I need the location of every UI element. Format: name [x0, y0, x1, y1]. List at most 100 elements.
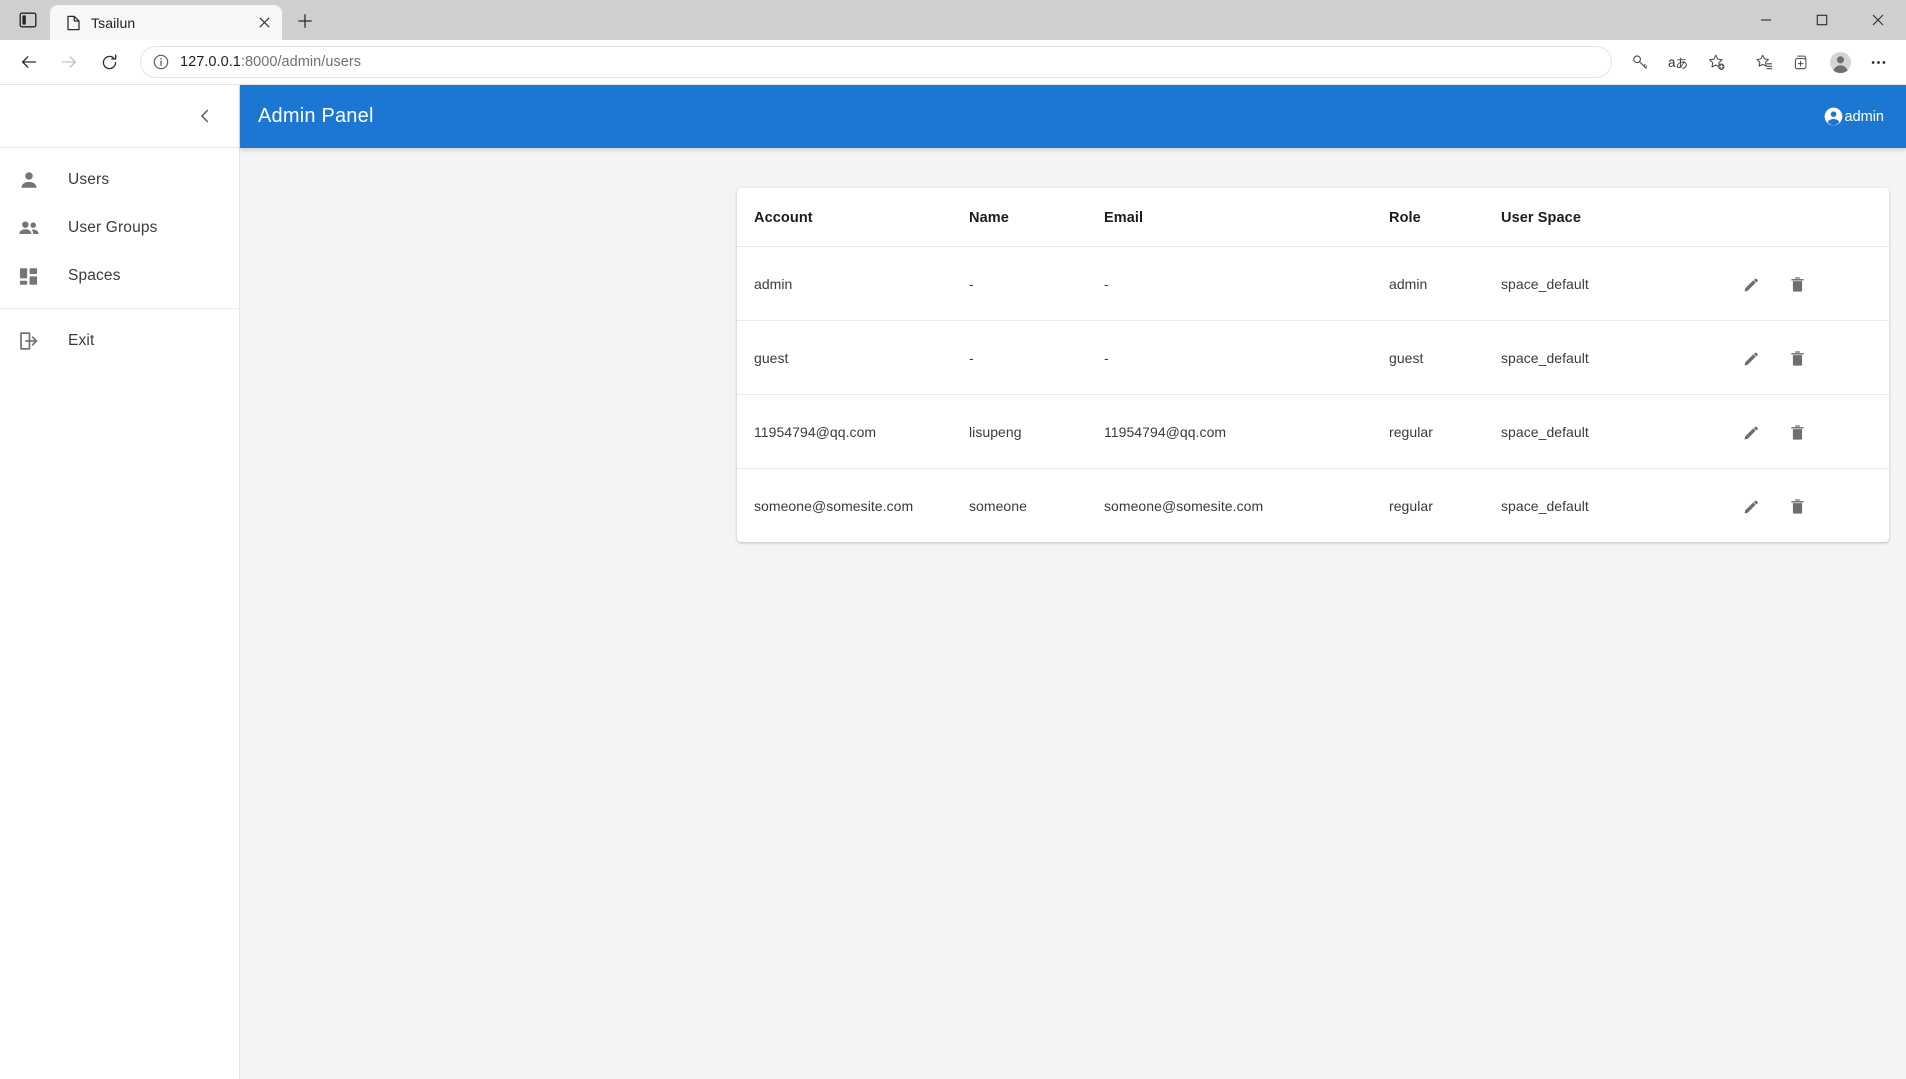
sidebar-item-users[interactable]: Users — [0, 156, 239, 204]
trash-delete-icon[interactable] — [1785, 420, 1809, 444]
table-header-row: Account Name Email Role User Space — [737, 188, 1889, 247]
cell-user-space: space_default — [1501, 395, 1731, 469]
main-area: Admin Panel admin — [240, 85, 1906, 1079]
browser-tab[interactable]: Tsailun — [50, 5, 282, 40]
sidebar-group-session: Exit — [0, 308, 239, 373]
address-bar-text: 127.0.0.1:8000/admin/users — [180, 54, 1603, 70]
page-title: Admin Panel — [258, 105, 374, 128]
cell-email: - — [1104, 247, 1389, 321]
tab-strip: Tsailun — [0, 0, 1906, 40]
users-table-body: admin - - admin space_default — [737, 247, 1889, 543]
cell-user-space: space_default — [1501, 247, 1731, 321]
arrow-right-icon — [50, 43, 88, 81]
person-icon — [18, 169, 50, 191]
column-header-name: Name — [969, 188, 1104, 247]
sidebar-item-user-groups[interactable]: User Groups — [0, 204, 239, 252]
cell-account: someone@somesite.com — [737, 469, 969, 543]
cell-user-space: space_default — [1501, 321, 1731, 395]
chevron-left-icon[interactable] — [191, 102, 219, 130]
browser-toolbar: 127.0.0.1:8000/admin/users aあ — [0, 40, 1906, 85]
users-table-card: Account Name Email Role User Space admin — [737, 188, 1889, 542]
page-icon — [64, 14, 82, 32]
cell-email: - — [1104, 321, 1389, 395]
cell-name: - — [969, 247, 1104, 321]
logout-icon — [18, 330, 50, 352]
window-close-icon[interactable] — [1850, 0, 1906, 40]
cell-role: admin — [1389, 247, 1501, 321]
sidebar-item-label: Exit — [68, 332, 94, 350]
profile-avatar-icon[interactable] — [1822, 44, 1858, 80]
people-icon — [18, 217, 50, 239]
settings-more-icon[interactable] — [1860, 44, 1896, 80]
sidebar-item-label: Spaces — [68, 267, 121, 285]
new-tab-button[interactable] — [288, 4, 322, 38]
cell-account: 11954794@qq.com — [737, 395, 969, 469]
cell-account: guest — [737, 321, 969, 395]
column-header-user-space: User Space — [1501, 188, 1731, 247]
cell-actions — [1731, 395, 1889, 469]
browser-window: Tsailun — [0, 0, 1906, 1079]
maximize-icon[interactable] — [1794, 0, 1850, 40]
password-key-icon[interactable] — [1622, 44, 1658, 80]
table-row: 11954794@qq.com lisupeng 11954794@qq.com… — [737, 395, 1889, 469]
cell-actions — [1731, 321, 1889, 395]
cell-email: 11954794@qq.com — [1104, 395, 1389, 469]
table-row: someone@somesite.com someone someone@som… — [737, 469, 1889, 543]
sidebar-group-main: Users User Groups — [0, 148, 239, 308]
page-viewport: Users User Groups — [0, 85, 1906, 1079]
sidebar-item-exit[interactable]: Exit — [0, 317, 239, 365]
arrow-left-icon[interactable] — [10, 43, 48, 81]
vertical-tabs-icon[interactable] — [8, 3, 48, 37]
cell-role: regular — [1389, 469, 1501, 543]
pencil-edit-icon[interactable] — [1739, 346, 1763, 370]
cell-role: regular — [1389, 395, 1501, 469]
sidebar-item-label: Users — [68, 171, 109, 189]
cell-email: someone@somesite.com — [1104, 469, 1389, 543]
account-circle-icon — [1824, 107, 1843, 126]
column-header-role: Role — [1389, 188, 1501, 247]
add-favorite-icon[interactable] — [1698, 44, 1734, 80]
url-host: 127.0.0.1 — [180, 54, 241, 70]
url-path: :8000/admin/users — [241, 54, 361, 70]
cell-role: guest — [1389, 321, 1501, 395]
column-header-actions — [1731, 188, 1889, 247]
tab-title: Tsailun — [91, 15, 243, 31]
cell-user-space: space_default — [1501, 469, 1731, 543]
pencil-edit-icon[interactable] — [1739, 272, 1763, 296]
trash-delete-icon[interactable] — [1785, 494, 1809, 518]
collections-icon[interactable] — [1784, 44, 1820, 80]
pencil-edit-icon[interactable] — [1739, 420, 1763, 444]
window-controls — [1738, 0, 1906, 40]
pencil-edit-icon[interactable] — [1739, 494, 1763, 518]
column-header-account: Account — [737, 188, 969, 247]
close-icon[interactable] — [252, 11, 276, 35]
info-circle-icon[interactable] — [151, 52, 171, 72]
trash-delete-icon[interactable] — [1785, 346, 1809, 370]
account-menu[interactable]: admin — [1822, 103, 1887, 130]
content-area: Account Name Email Role User Space admin — [240, 148, 1906, 1079]
cell-actions — [1731, 247, 1889, 321]
column-header-email: Email — [1104, 188, 1389, 247]
users-table: Account Name Email Role User Space admin — [737, 188, 1889, 542]
sidebar-header — [0, 85, 239, 148]
dashboard-grid-icon — [18, 266, 50, 287]
read-aloud-translate-icon[interactable]: aあ — [1660, 44, 1696, 80]
trash-delete-icon[interactable] — [1785, 272, 1809, 296]
account-name-label: admin — [1845, 109, 1885, 125]
app-bar: Admin Panel admin — [240, 85, 1906, 148]
sidebar-item-spaces[interactable]: Spaces — [0, 252, 239, 300]
minimize-icon[interactable] — [1738, 0, 1794, 40]
cell-name: someone — [969, 469, 1104, 543]
cell-actions — [1731, 469, 1889, 543]
cell-name: lisupeng — [969, 395, 1104, 469]
table-row: admin - - admin space_default — [737, 247, 1889, 321]
sidebar: Users User Groups — [0, 85, 240, 1079]
cell-name: - — [969, 321, 1104, 395]
table-row: guest - - guest space_default — [737, 321, 1889, 395]
address-bar[interactable]: 127.0.0.1:8000/admin/users — [140, 46, 1612, 78]
favorites-icon[interactable] — [1746, 44, 1782, 80]
sidebar-item-label: User Groups — [68, 219, 158, 237]
reload-icon[interactable] — [90, 43, 128, 81]
cell-account: admin — [737, 247, 969, 321]
users-table-head: Account Name Email Role User Space — [737, 188, 1889, 247]
